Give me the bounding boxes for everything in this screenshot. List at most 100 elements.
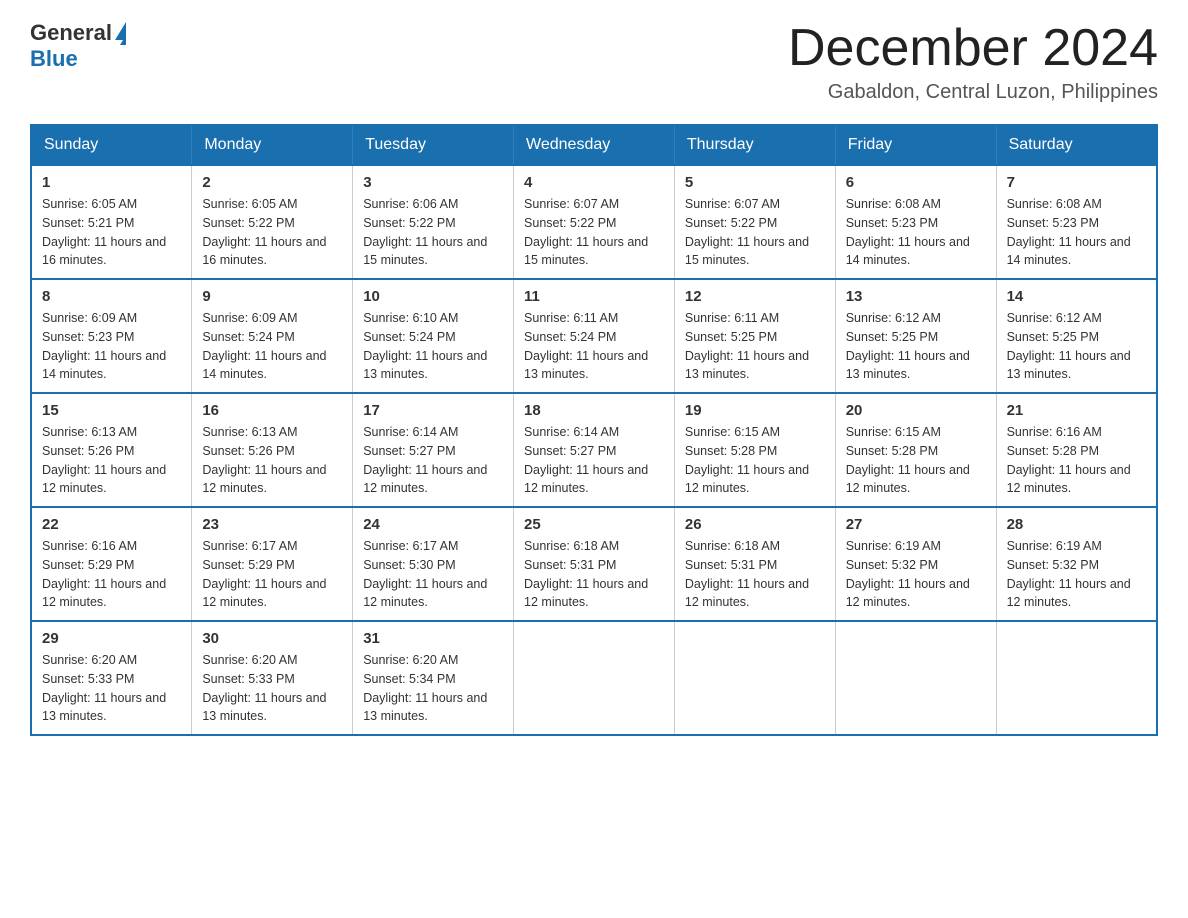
day-number: 6: [846, 174, 986, 191]
table-row: 22Sunrise: 6:16 AMSunset: 5:29 PMDayligh…: [31, 507, 192, 621]
month-title: December 2024: [788, 20, 1158, 77]
day-info: Sunrise: 6:14 AMSunset: 5:27 PMDaylight:…: [524, 423, 664, 498]
table-row: 17 Sunrise: 6:14 AMSunset: 5:27 PMDayligh…: [353, 393, 514, 507]
day-number: 11: [524, 288, 664, 305]
table-row: 29 Sunrise: 6:20 AMSunset: 5:33 PMDayligh…: [31, 621, 192, 735]
table-row: 16 Sunrise: 6:13 AMSunset: 5:26 PMDayligh…: [192, 393, 353, 507]
logo-blue-text: Blue: [30, 46, 78, 72]
day-number: 16: [202, 402, 342, 419]
day-info: Sunrise: 6:08 AMSunset: 5:23 PMDaylight:…: [846, 195, 986, 270]
col-thursday: Thursday: [674, 125, 835, 165]
table-row: 25Sunrise: 6:18 AMSunset: 5:31 PMDayligh…: [514, 507, 675, 621]
logo-icon: [115, 22, 126, 45]
col-tuesday: Tuesday: [353, 125, 514, 165]
day-number: 15: [42, 402, 181, 419]
day-number: 20: [846, 402, 986, 419]
calendar-week-row: 15 Sunrise: 6:13 AMSunset: 5:26 PMDayligh…: [31, 393, 1157, 507]
table-row: 31 Sunrise: 6:20 AMSunset: 5:34 PMDayligh…: [353, 621, 514, 735]
col-sunday: Sunday: [31, 125, 192, 165]
day-info: Sunrise: 6:12 AMSunset: 5:25 PMDaylight:…: [1007, 309, 1146, 384]
day-info: Sunrise: 6:20 AMSunset: 5:33 PMDaylight:…: [42, 651, 181, 726]
logo-general-text: General: [30, 20, 112, 46]
day-number: 29: [42, 630, 181, 647]
day-number: 8: [42, 288, 181, 305]
table-row: 21Sunrise: 6:16 AMSunset: 5:28 PMDayligh…: [996, 393, 1157, 507]
calendar-table: Sunday Monday Tuesday Wednesday Thursday…: [30, 124, 1158, 736]
day-number: 1: [42, 174, 181, 191]
table-row: 3 Sunrise: 6:06 AMSunset: 5:22 PMDaylight…: [353, 165, 514, 279]
day-number: 12: [685, 288, 825, 305]
table-row: [514, 621, 675, 735]
day-info: Sunrise: 6:17 AMSunset: 5:30 PMDaylight:…: [363, 537, 503, 612]
table-row: 18Sunrise: 6:14 AMSunset: 5:27 PMDayligh…: [514, 393, 675, 507]
day-number: 30: [202, 630, 342, 647]
day-info: Sunrise: 6:15 AMSunset: 5:28 PMDaylight:…: [685, 423, 825, 498]
table-row: 19Sunrise: 6:15 AMSunset: 5:28 PMDayligh…: [674, 393, 835, 507]
day-info: Sunrise: 6:07 AMSunset: 5:22 PMDaylight:…: [685, 195, 825, 270]
calendar-week-row: 22Sunrise: 6:16 AMSunset: 5:29 PMDayligh…: [31, 507, 1157, 621]
day-info: Sunrise: 6:09 AMSunset: 5:24 PMDaylight:…: [202, 309, 342, 384]
day-info: Sunrise: 6:19 AMSunset: 5:32 PMDaylight:…: [1007, 537, 1146, 612]
day-info: Sunrise: 6:18 AMSunset: 5:31 PMDaylight:…: [524, 537, 664, 612]
col-friday: Friday: [835, 125, 996, 165]
day-number: 14: [1007, 288, 1146, 305]
day-number: 27: [846, 516, 986, 533]
calendar-week-row: 1Sunrise: 6:05 AMSunset: 5:21 PMDaylight…: [31, 165, 1157, 279]
day-number: 2: [202, 174, 342, 191]
day-info: Sunrise: 6:07 AMSunset: 5:22 PMDaylight:…: [524, 195, 664, 270]
day-info: Sunrise: 6:17 AMSunset: 5:29 PMDaylight:…: [202, 537, 342, 612]
day-info: Sunrise: 6:14 AMSunset: 5:27 PMDaylight:…: [363, 423, 503, 498]
day-info: Sunrise: 6:16 AMSunset: 5:28 PMDaylight:…: [1007, 423, 1146, 498]
table-row: 26 Sunrise: 6:18 AMSunset: 5:31 PMDayligh…: [674, 507, 835, 621]
day-number: 31: [363, 630, 503, 647]
day-number: 3: [363, 174, 503, 191]
day-info: Sunrise: 6:05 AMSunset: 5:22 PMDaylight:…: [202, 195, 342, 270]
day-number: 5: [685, 174, 825, 191]
table-row: 1Sunrise: 6:05 AMSunset: 5:21 PMDaylight…: [31, 165, 192, 279]
day-number: 24: [363, 516, 503, 533]
table-row: 13Sunrise: 6:12 AMSunset: 5:25 PMDayligh…: [835, 279, 996, 393]
day-number: 4: [524, 174, 664, 191]
day-number: 7: [1007, 174, 1146, 191]
table-row: 10Sunrise: 6:10 AMSunset: 5:24 PMDayligh…: [353, 279, 514, 393]
table-row: 7Sunrise: 6:08 AMSunset: 5:23 PMDaylight…: [996, 165, 1157, 279]
table-row: 9Sunrise: 6:09 AMSunset: 5:24 PMDaylight…: [192, 279, 353, 393]
day-info: Sunrise: 6:11 AMSunset: 5:24 PMDaylight:…: [524, 309, 664, 384]
day-info: Sunrise: 6:13 AMSunset: 5:26 PMDaylight:…: [42, 423, 181, 498]
table-row: 20 Sunrise: 6:15 AMSunset: 5:28 PMDayligh…: [835, 393, 996, 507]
table-row: 4 Sunrise: 6:07 AMSunset: 5:22 PMDaylight…: [514, 165, 675, 279]
table-row: 15 Sunrise: 6:13 AMSunset: 5:26 PMDayligh…: [31, 393, 192, 507]
table-row: 28 Sunrise: 6:19 AMSunset: 5:32 PMDayligh…: [996, 507, 1157, 621]
day-info: Sunrise: 6:10 AMSunset: 5:24 PMDaylight:…: [363, 309, 503, 384]
col-saturday: Saturday: [996, 125, 1157, 165]
day-info: Sunrise: 6:06 AMSunset: 5:22 PMDaylight:…: [363, 195, 503, 270]
col-monday: Monday: [192, 125, 353, 165]
calendar-week-row: 8Sunrise: 6:09 AMSunset: 5:23 PMDaylight…: [31, 279, 1157, 393]
day-info: Sunrise: 6:20 AMSunset: 5:33 PMDaylight:…: [202, 651, 342, 726]
day-info: Sunrise: 6:12 AMSunset: 5:25 PMDaylight:…: [846, 309, 986, 384]
table-row: 30 Sunrise: 6:20 AMSunset: 5:33 PMDayligh…: [192, 621, 353, 735]
table-row: 23 Sunrise: 6:17 AMSunset: 5:29 PMDayligh…: [192, 507, 353, 621]
table-row: 5 Sunrise: 6:07 AMSunset: 5:22 PMDaylight…: [674, 165, 835, 279]
day-info: Sunrise: 6:19 AMSunset: 5:32 PMDaylight:…: [846, 537, 986, 612]
table-row: 24 Sunrise: 6:17 AMSunset: 5:30 PMDayligh…: [353, 507, 514, 621]
table-row: [996, 621, 1157, 735]
table-row: [835, 621, 996, 735]
header: General Blue December 2024 Gabaldon, Cen…: [30, 20, 1158, 104]
day-number: 23: [202, 516, 342, 533]
table-row: [674, 621, 835, 735]
day-number: 28: [1007, 516, 1146, 533]
day-info: Sunrise: 6:13 AMSunset: 5:26 PMDaylight:…: [202, 423, 342, 498]
day-number: 26: [685, 516, 825, 533]
table-row: 27 Sunrise: 6:19 AMSunset: 5:32 PMDayligh…: [835, 507, 996, 621]
day-number: 17: [363, 402, 503, 419]
calendar-week-row: 29 Sunrise: 6:20 AMSunset: 5:33 PMDayligh…: [31, 621, 1157, 735]
day-info: Sunrise: 6:18 AMSunset: 5:31 PMDaylight:…: [685, 537, 825, 612]
table-row: 6 Sunrise: 6:08 AMSunset: 5:23 PMDaylight…: [835, 165, 996, 279]
day-info: Sunrise: 6:20 AMSunset: 5:34 PMDaylight:…: [363, 651, 503, 726]
col-wednesday: Wednesday: [514, 125, 675, 165]
table-row: 11 Sunrise: 6:11 AMSunset: 5:24 PMDayligh…: [514, 279, 675, 393]
location-subtitle: Gabaldon, Central Luzon, Philippines: [788, 81, 1158, 104]
day-number: 22: [42, 516, 181, 533]
day-info: Sunrise: 6:15 AMSunset: 5:28 PMDaylight:…: [846, 423, 986, 498]
